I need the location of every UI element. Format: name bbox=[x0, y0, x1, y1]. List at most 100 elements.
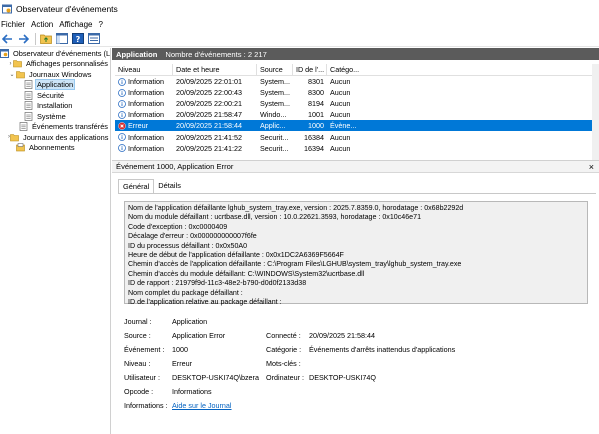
table-row[interactable]: Information 20/09/2025 22:01:01 System... 8… bbox=[115, 76, 599, 87]
tree-item-journaux-des-applications-et[interactable]: ›Journaux des applications et... bbox=[0, 132, 110, 143]
message-line: Chemin d'accès de l'application défailla… bbox=[128, 260, 462, 269]
message-line: ID du processus défaillant : 0x0x50A0 bbox=[128, 241, 248, 250]
table-scrollbar[interactable] bbox=[592, 64, 599, 160]
column-header-level[interactable]: Niveau bbox=[115, 63, 173, 76]
menu-fichier[interactable]: Fichier bbox=[0, 20, 28, 29]
cell-source: Windo... bbox=[260, 110, 287, 120]
cell-category: Évène... bbox=[330, 121, 357, 131]
level-text: Erreur bbox=[128, 121, 148, 131]
tree-item-observateur-d-v-nements-loc[interactable]: Observateur d'événements (Loc... bbox=[0, 48, 110, 59]
cell-event-id: 8301 bbox=[308, 77, 324, 87]
cell-level: Information bbox=[115, 88, 173, 97]
level-text: Information bbox=[128, 143, 164, 153]
expand-arrow-icon[interactable]: ⌄ bbox=[8, 71, 16, 78]
level-text: Information bbox=[128, 132, 164, 142]
cell-category: Aucun bbox=[330, 77, 351, 87]
table-row[interactable]: Information 20/09/2025 21:58:47 Windo... 10… bbox=[115, 109, 599, 120]
cell-event-id: 16384 bbox=[304, 132, 324, 142]
cell-level: Information bbox=[115, 144, 173, 153]
label-source: Source : bbox=[124, 330, 151, 340]
table-row[interactable]: Information 20/09/2025 21:41:52 Securit...… bbox=[115, 131, 599, 142]
label-utilisateur: Utilisateur : bbox=[124, 372, 160, 382]
menu-help[interactable]: ? bbox=[95, 20, 105, 29]
message-line: Code d'exception : 0xc0000409 bbox=[128, 222, 228, 231]
value-opcode: Informations bbox=[172, 386, 212, 396]
table-row[interactable]: Information 20/09/2025 21:41:22 Securit...… bbox=[115, 143, 599, 154]
prop-source: Source : Application Error bbox=[124, 329, 225, 341]
message-line: ID de l'application relative au package … bbox=[128, 298, 282, 307]
prop-utilisateur: Utilisateur : DESKTOP-USKI74Q\bzera bbox=[124, 371, 259, 383]
menu-action[interactable]: Action bbox=[28, 20, 56, 29]
help-icon[interactable]: ? bbox=[71, 32, 84, 45]
main-pane: Application Nombre d'événements : 2 217 … bbox=[112, 48, 599, 434]
information-icon bbox=[118, 88, 126, 97]
cell-date: 20/09/2025 22:01:01 bbox=[176, 77, 242, 87]
folder-icon bbox=[13, 59, 22, 68]
label-niveau: Niveau : bbox=[124, 358, 151, 368]
log-icon bbox=[19, 122, 28, 132]
cell-category: Aucun bbox=[330, 143, 351, 153]
level-text: Information bbox=[128, 88, 164, 98]
back-arrow-icon[interactable] bbox=[1, 32, 14, 45]
table-row[interactable]: Information 20/09/2025 22:00:21 System... 8… bbox=[115, 98, 599, 109]
prop-connecte: Connecté : 20/09/2025 21:58:44 bbox=[266, 329, 375, 341]
table-row[interactable]: Erreur 20/09/2025 21:58:44 Applic... 1000 Év… bbox=[115, 120, 599, 132]
cell-source: System... bbox=[260, 77, 290, 87]
tree-item-syst-me[interactable]: Système bbox=[0, 111, 110, 122]
tree-item-journaux-windows[interactable]: ⌄ Journaux Windows bbox=[0, 69, 110, 80]
label-journal: Journal : bbox=[124, 316, 152, 326]
cell-event-id: 1001 bbox=[308, 110, 324, 120]
value-categorie: Événements d'arrêts inattendus d'applica… bbox=[309, 344, 456, 354]
cell-date: 20/09/2025 21:58:44 bbox=[176, 121, 242, 131]
cell-date: 20/09/2025 22:00:43 bbox=[176, 88, 242, 98]
tree-item-s-curit[interactable]: Sécurité bbox=[0, 90, 110, 101]
label-opcode: Opcode : bbox=[124, 386, 154, 396]
error-icon bbox=[118, 122, 126, 130]
cell-category: Aucun bbox=[330, 110, 351, 120]
value-ordinateur: DESKTOP-USKI74Q bbox=[309, 372, 376, 382]
message-line: Chemin d'accès du module défaillant: C:\… bbox=[128, 269, 365, 278]
cell-source: Securit... bbox=[260, 132, 289, 142]
prop-niveau: Niveau : Erreur bbox=[124, 357, 192, 369]
menu-affichage[interactable]: Affichage bbox=[56, 20, 95, 29]
tree-item-label: Système bbox=[37, 111, 66, 121]
table-row[interactable]: Information 20/09/2025 22:00:43 System... 8… bbox=[115, 87, 599, 98]
log-icon bbox=[24, 101, 33, 111]
tree-item-label: Journaux Windows bbox=[29, 69, 92, 79]
event-count: Nombre d'événements : 2 217 bbox=[165, 49, 267, 59]
tab-details[interactable]: Détails bbox=[154, 179, 185, 194]
close-icon[interactable]: × bbox=[589, 162, 594, 172]
cell-event-id: 8300 bbox=[308, 88, 324, 98]
log-title: Application bbox=[116, 49, 158, 59]
properties-icon[interactable] bbox=[87, 32, 100, 45]
tree-item-label: Journaux des applications et... bbox=[23, 132, 110, 142]
cell-category: Aucun bbox=[330, 99, 351, 109]
cell-date: 20/09/2025 22:00:21 bbox=[176, 99, 242, 109]
tree-item-application[interactable]: Application bbox=[0, 79, 110, 91]
prop-ordinateur: Ordinateur : DESKTOP-USKI74Q bbox=[266, 371, 376, 383]
menu-bar: Fichier Action Affichage ? bbox=[0, 18, 599, 31]
column-header-date[interactable]: Date et heure bbox=[173, 63, 257, 76]
cell-level: Information bbox=[115, 99, 173, 108]
tree-item-abonnements[interactable]: Abonnements bbox=[0, 143, 110, 154]
tree-item-affichages-personnalis-s[interactable]: › Affichages personnalisés bbox=[0, 59, 110, 70]
column-header-event-id[interactable]: ID de l'... bbox=[293, 63, 327, 76]
folder-up-icon[interactable] bbox=[39, 32, 52, 45]
tab-general[interactable]: Général bbox=[118, 179, 155, 194]
column-header-source[interactable]: Source bbox=[257, 63, 293, 76]
value-utilisateur: DESKTOP-USKI74Q\bzera bbox=[172, 372, 259, 382]
console-tree: Observateur d'événements (Loc...›Afficha… bbox=[0, 48, 111, 434]
event-message-box[interactable]: Nom de l'application défaillante lghub_s… bbox=[124, 201, 588, 307]
forward-arrow-icon[interactable] bbox=[17, 32, 30, 45]
window-title: Observateur d'événements bbox=[16, 4, 118, 14]
information-icon bbox=[118, 77, 126, 86]
value-source: Application Error bbox=[172, 330, 226, 340]
log-header: Application Nombre d'événements : 2 217 bbox=[112, 48, 599, 60]
cell-level: Erreur bbox=[115, 121, 173, 130]
prop-journal: Journal : Application bbox=[124, 315, 207, 327]
column-header-category[interactable]: Catégo... bbox=[327, 64, 359, 76]
tree-item-installation[interactable]: Installation bbox=[0, 101, 110, 112]
tree-item-v-nements-transf-r-s[interactable]: Événements transférés bbox=[0, 122, 110, 133]
help-log-link[interactable]: Aide sur le Journal bbox=[172, 401, 232, 410]
console-tree-icon[interactable] bbox=[55, 32, 68, 45]
